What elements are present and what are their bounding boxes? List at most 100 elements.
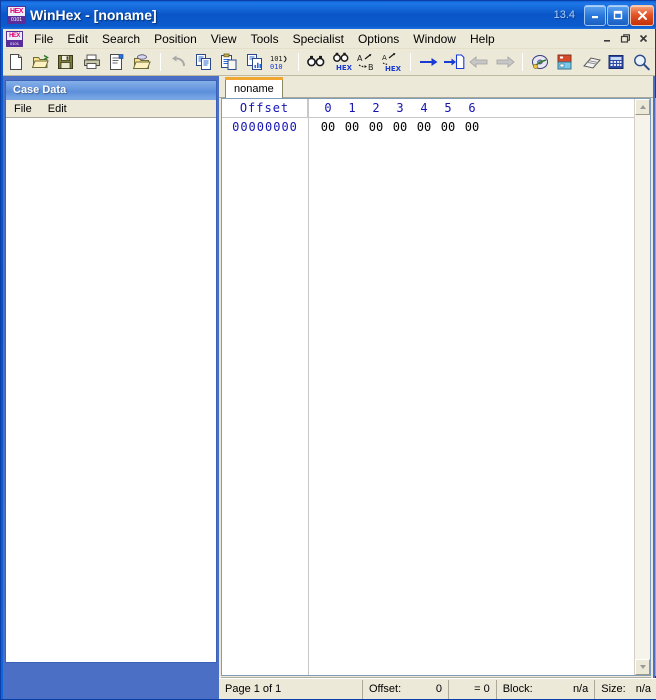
menu-item-view[interactable]: View	[204, 30, 244, 48]
maximize-icon	[613, 10, 623, 20]
menu-item-search[interactable]: Search	[95, 30, 147, 48]
hex-offset-separator	[308, 99, 309, 675]
menu-item-file[interactable]: File	[27, 30, 60, 48]
vertical-scroll-track[interactable]	[635, 115, 650, 659]
hex-vertical-scrollbar[interactable]	[634, 99, 650, 675]
properties-icon	[109, 54, 124, 70]
case-data-panel: Case Data File Edit	[5, 80, 217, 663]
chevron-up-icon	[639, 105, 646, 109]
wipe-icon	[582, 57, 601, 69]
hex-byte-0[interactable]: 00	[316, 120, 340, 134]
close-button[interactable]	[630, 4, 654, 26]
back-button[interactable]	[468, 51, 491, 74]
hex-offset-header: Offset	[222, 99, 308, 117]
open-disk-button[interactable]	[131, 51, 154, 74]
case-data-menu: File Edit	[6, 100, 216, 118]
status-offset-value: 0	[435, 683, 442, 695]
binary-icon: 101 010	[270, 55, 287, 71]
menu-item-tools[interactable]: Tools	[244, 30, 286, 48]
hex-col-2: 2	[372, 101, 380, 115]
case-data-body[interactable]	[6, 118, 216, 662]
new-button[interactable]	[4, 51, 27, 74]
toolbar: 101 010 HEX A B A HEX	[3, 49, 655, 76]
goto-icon	[419, 58, 438, 66]
mdi-minimize-icon	[603, 40, 610, 42]
save-icon	[58, 55, 74, 69]
goto-page-button[interactable]	[442, 51, 465, 74]
hex-row-offset: 00000000	[232, 120, 298, 134]
find-hex-button[interactable]: HEX	[330, 51, 353, 74]
properties-button[interactable]	[105, 51, 128, 74]
binary-button[interactable]: 101 010	[268, 51, 291, 74]
open-button[interactable]	[29, 51, 52, 74]
svg-text:A: A	[357, 54, 363, 63]
ram-editor-icon	[557, 54, 572, 70]
analyze-icon	[634, 54, 651, 71]
analyze-button[interactable]	[631, 51, 654, 74]
mdi-window-controls	[597, 31, 655, 46]
save-button[interactable]	[55, 51, 78, 74]
find-text-button[interactable]	[305, 51, 328, 74]
menu-item-specialist[interactable]: Specialist	[286, 30, 351, 48]
mdi-client-area: Case Data File Edit noname Offset 0 1 2 …	[3, 76, 656, 699]
copy-button[interactable]	[192, 51, 215, 74]
menu-item-edit[interactable]: Edit	[60, 30, 95, 48]
replace-hex-button[interactable]: A HEX	[381, 51, 404, 74]
hex-row-bytes[interactable]: 00 00 00 00 00 00 00	[308, 120, 484, 134]
hex-byte-4[interactable]: 00	[412, 120, 436, 134]
menu-item-position[interactable]: Position	[147, 30, 204, 48]
hex-editor-content[interactable]: Offset 0 1 2 3 4 5 6 00000000 00 00 00 0…	[222, 99, 634, 675]
tab-label: noname	[234, 83, 274, 95]
back-icon	[469, 56, 488, 68]
mdi-restore-button[interactable]	[617, 31, 633, 46]
toolbar-separator-2	[297, 53, 299, 71]
toolbar-separator-4	[522, 53, 524, 71]
forward-button[interactable]	[493, 51, 516, 74]
hex-col-0: 0	[324, 101, 332, 115]
open-disk-icon	[133, 54, 152, 69]
hex-byte-2[interactable]: 00	[364, 120, 388, 134]
ram-editor-button[interactable]	[555, 51, 578, 74]
replace-text-button[interactable]: A B	[355, 51, 378, 74]
logo-line-1: HEX	[10, 8, 23, 15]
scroll-up-button[interactable]	[635, 99, 650, 115]
hex-byte-6[interactable]: 00	[460, 120, 484, 134]
scroll-down-button[interactable]	[635, 659, 650, 675]
case-data-menu-file[interactable]: File	[6, 102, 40, 116]
status-bar: Page 1 of 1 Offset: 0 = 0 Block: n/a Siz…	[219, 678, 656, 699]
disk-editor-button[interactable]	[529, 51, 552, 74]
hex-byte-5[interactable]: 00	[436, 120, 460, 134]
hex-col-1: 1	[348, 101, 356, 115]
status-block-label: Block:	[502, 683, 533, 695]
menu-item-options[interactable]: Options	[351, 30, 406, 48]
find-icon	[307, 55, 325, 67]
menu-item-window[interactable]: Window	[406, 30, 463, 48]
mdi-minimize-button[interactable]	[599, 31, 615, 46]
status-page-text: Page 1 of 1	[225, 683, 282, 695]
disk-editor-icon	[531, 55, 548, 69]
status-size-label: Size:	[601, 683, 626, 695]
clipboard-data-button[interactable]	[243, 51, 266, 74]
menu-item-help[interactable]: Help	[463, 30, 502, 48]
case-data-menu-edit[interactable]: Edit	[40, 102, 75, 116]
mdi-close-icon	[639, 34, 647, 43]
tab-noname[interactable]: noname	[225, 77, 283, 98]
calculator-icon	[608, 55, 624, 69]
hex-data-row[interactable]: 00000000 00 00 00 00 00 00 00	[222, 118, 634, 136]
undo-icon	[171, 55, 185, 67]
window-title: WinHex - [noname]	[30, 7, 157, 23]
hex-byte-1[interactable]: 00	[340, 120, 364, 134]
hex-byte-3[interactable]: 00	[388, 120, 412, 134]
minimize-button[interactable]	[584, 4, 606, 26]
wipe-button[interactable]	[580, 51, 603, 74]
calculator-button[interactable]	[605, 51, 628, 74]
maximize-button[interactable]	[607, 4, 629, 26]
copy-icon	[195, 54, 211, 70]
tab-strip: noname	[219, 76, 653, 98]
mdi-close-button[interactable]	[635, 31, 651, 46]
goto-offset-button[interactable]	[417, 51, 440, 74]
print-button[interactable]	[80, 51, 103, 74]
undo-button[interactable]	[167, 51, 190, 74]
paste-button[interactable]	[218, 51, 241, 74]
hex-col-6: 6	[468, 101, 476, 115]
